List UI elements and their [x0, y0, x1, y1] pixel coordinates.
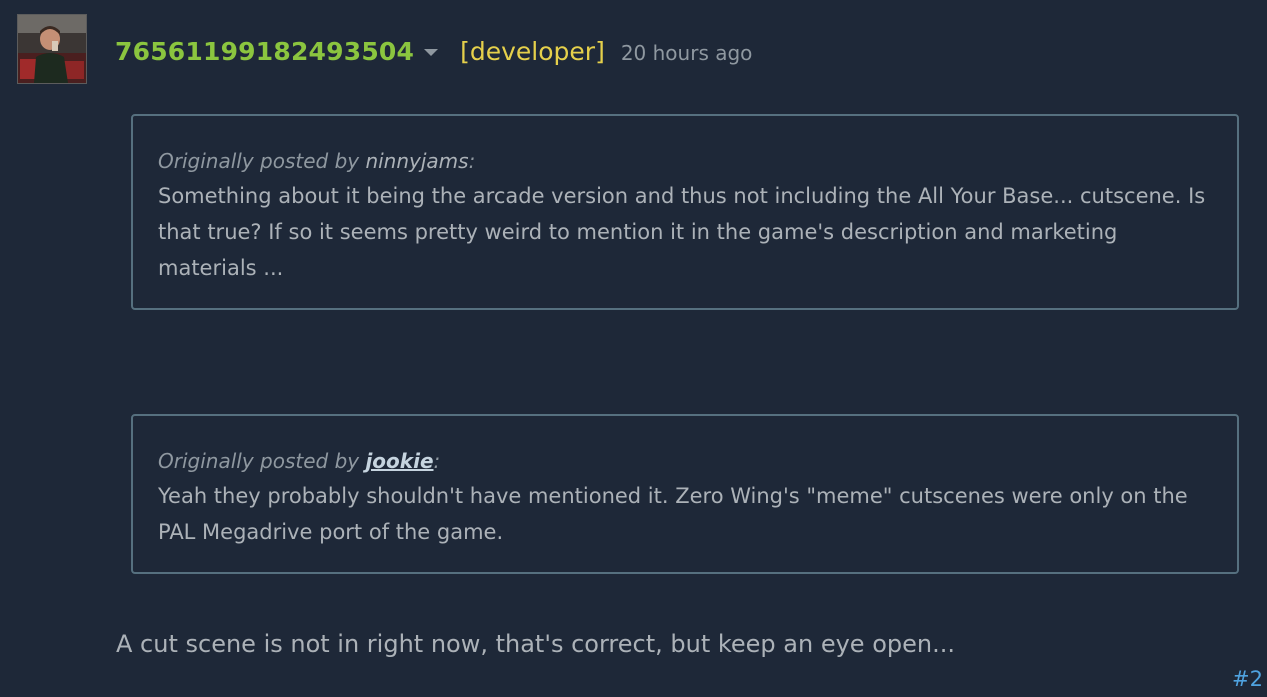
- reply-text: A cut scene is not in right now, that's …: [116, 630, 955, 658]
- quote-body: Something about it being the arcade vers…: [158, 184, 1206, 280]
- quote-prefix: Originally posted by: [158, 149, 366, 173]
- avatar-image: [18, 15, 86, 83]
- quote-block: Originally posted by ninnyjams: Somethin…: [131, 114, 1239, 310]
- chevron-down-icon[interactable]: [424, 49, 439, 56]
- post-header: 76561199182493504 [developer] 20 hours a…: [115, 31, 752, 71]
- quote-suffix: :: [433, 449, 441, 473]
- quote-author: ninnyjams: [365, 149, 469, 173]
- quote-prefix: Originally posted by: [158, 449, 366, 473]
- author-name[interactable]: 76561199182493504: [115, 37, 414, 66]
- quote-body: Yeah they probably shouldn't have mentio…: [158, 484, 1188, 544]
- post-timestamp: 20 hours ago: [620, 41, 753, 65]
- quote-header: Originally posted by ninnyjams:: [158, 144, 1213, 178]
- quote-header: Originally posted by jookie:: [158, 444, 1213, 478]
- developer-badge: [developer]: [460, 36, 605, 66]
- avatar[interactable]: [17, 14, 87, 84]
- post-number-link[interactable]: #2: [1232, 667, 1263, 691]
- quote-block: Originally posted by jookie: Yeah they p…: [131, 414, 1239, 574]
- quote-suffix: :: [468, 149, 476, 173]
- quote-author-link[interactable]: jookie: [365, 449, 433, 473]
